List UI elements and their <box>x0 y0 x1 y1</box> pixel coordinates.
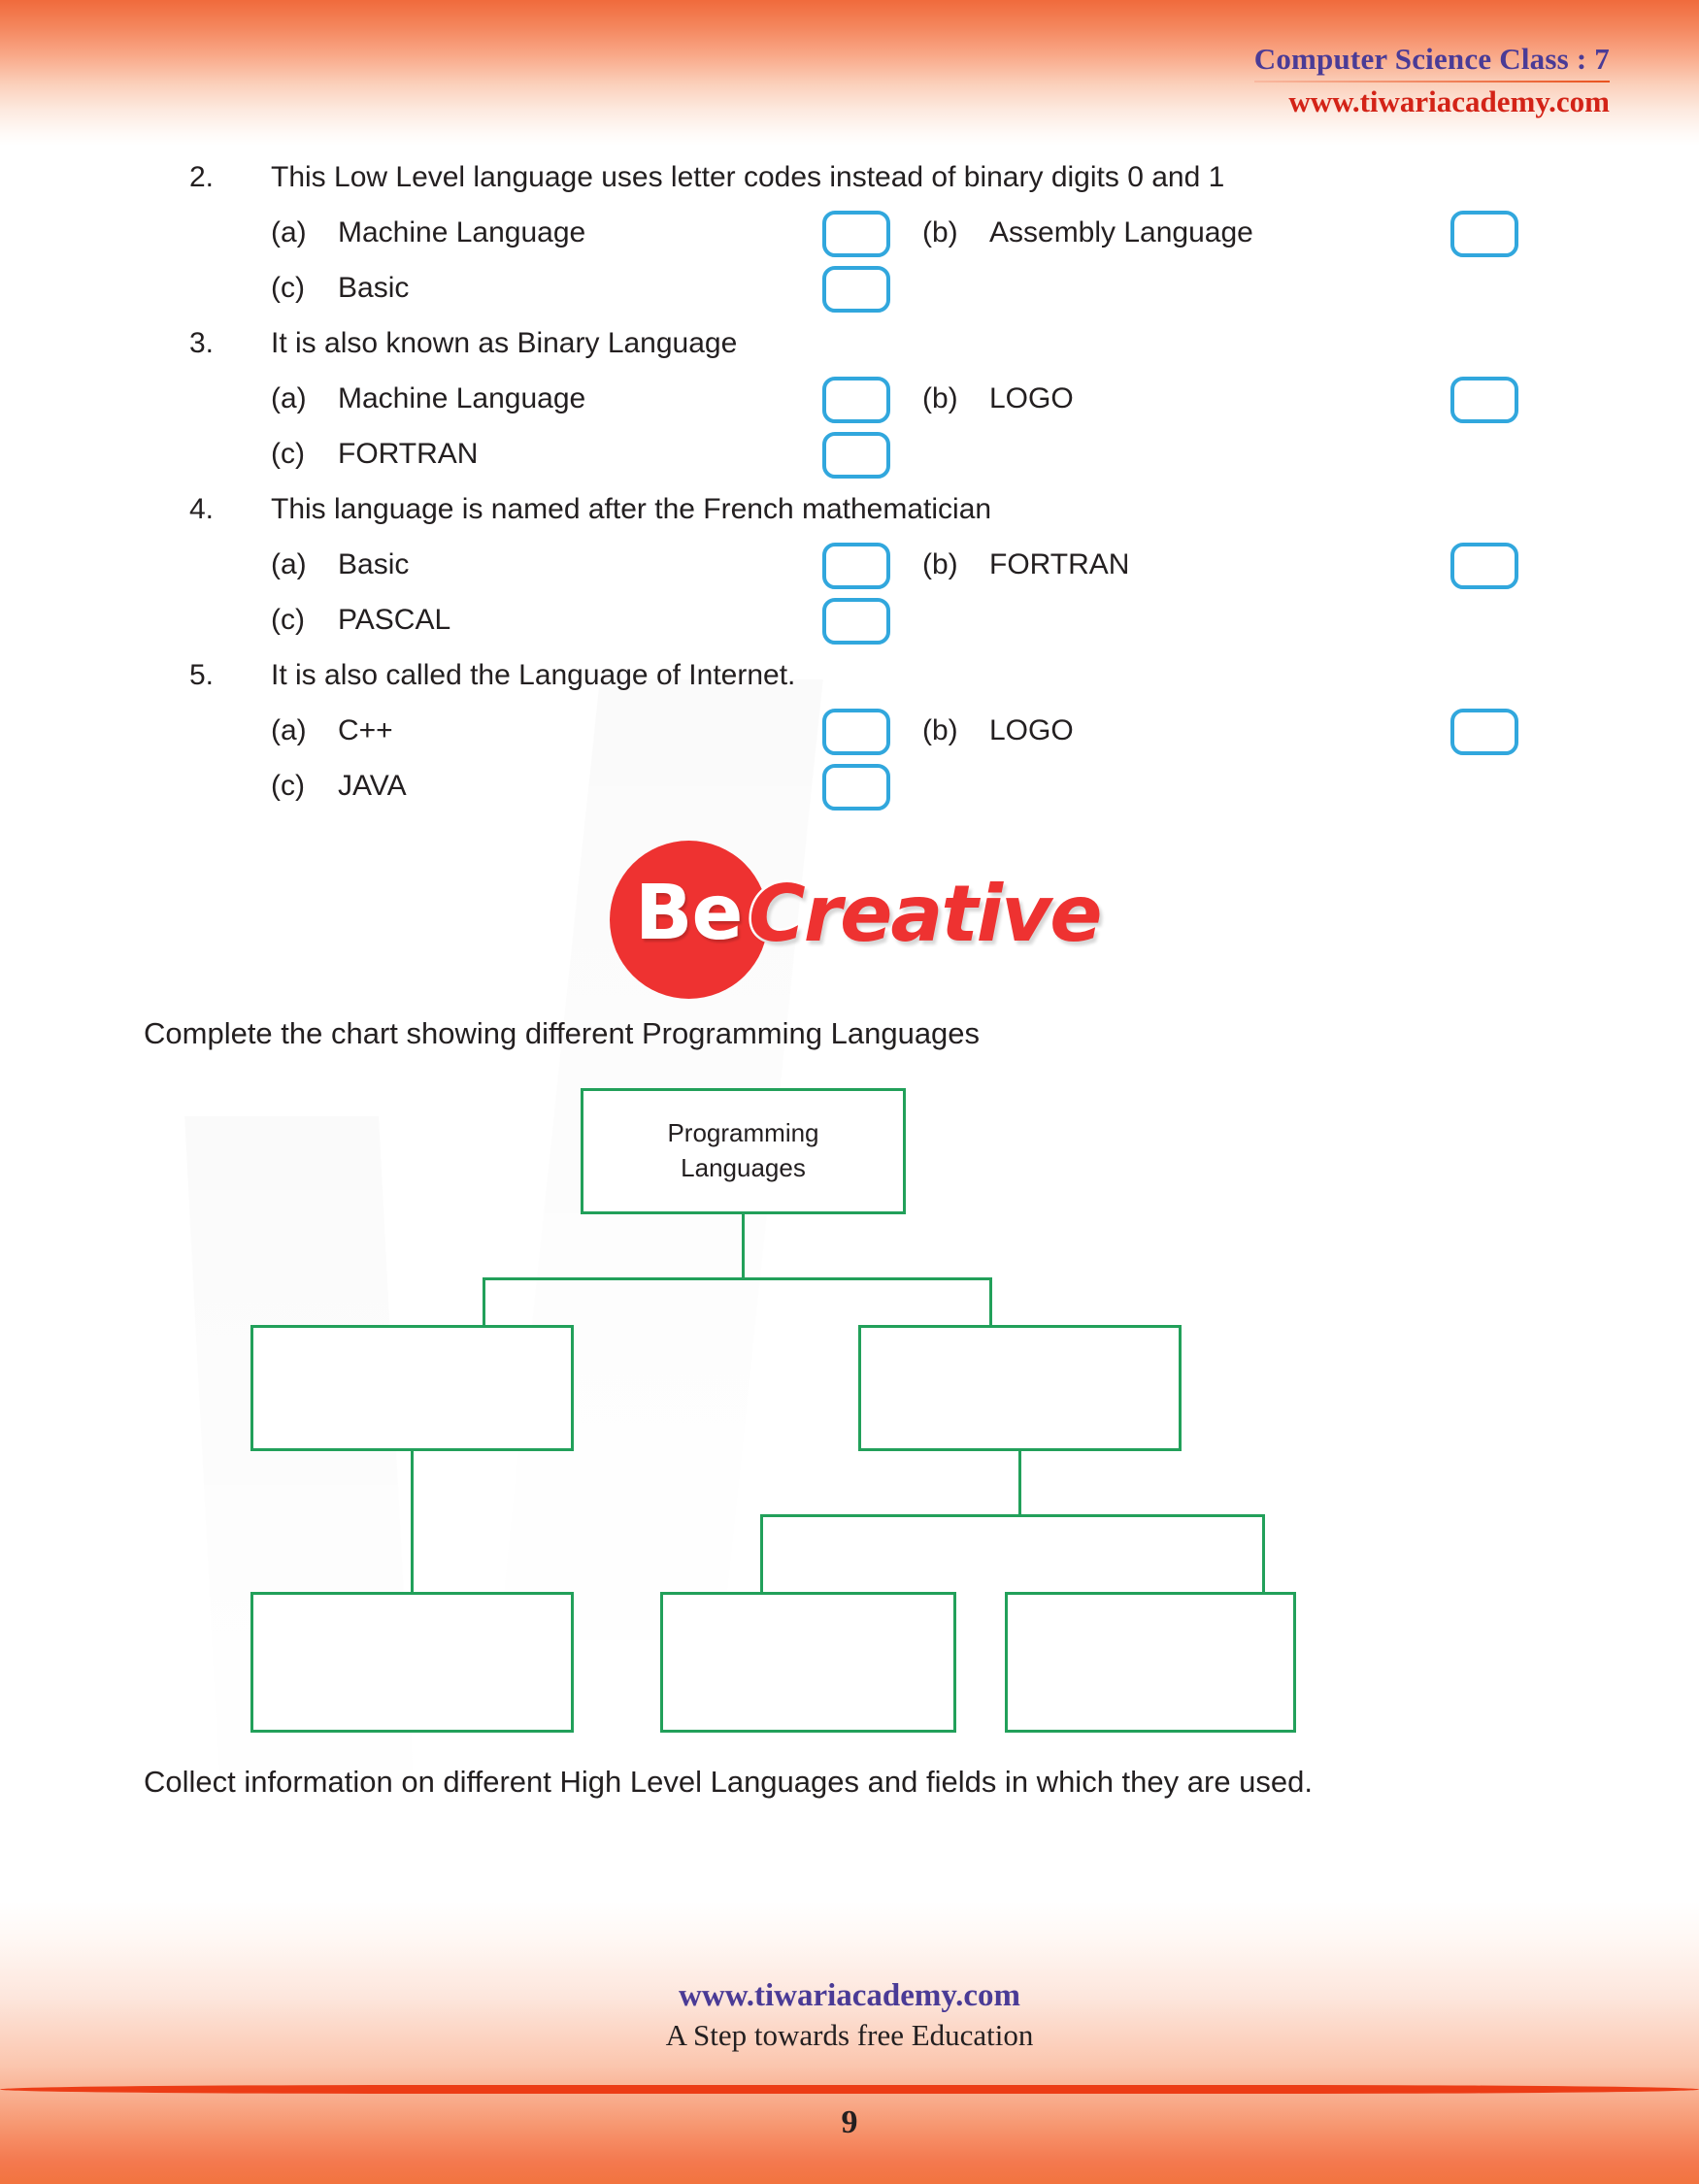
option-text: C++ <box>338 714 393 746</box>
option-checkbox-a[interactable] <box>822 211 890 257</box>
chart-node-level3-middle[interactable] <box>660 1592 956 1733</box>
option-text: FORTRAN <box>989 548 1130 580</box>
option-label: (b) <box>922 548 958 580</box>
chart-node-level3-right[interactable] <box>1005 1592 1296 1733</box>
connector-level2-left-drop <box>483 1277 485 1328</box>
logo-creative-text: Creative <box>746 869 1104 959</box>
chart-node-level3-left[interactable] <box>250 1592 574 1733</box>
option-checkbox-b[interactable] <box>1450 709 1518 755</box>
footer-website[interactable]: www.tiwariacademy.com <box>0 1978 1699 2014</box>
page-footer: www.tiwariacademy.com A Step towards fre… <box>0 1978 1699 2053</box>
bottom-divider-rule <box>0 2085 1699 2094</box>
option-label: (c) <box>271 604 305 636</box>
option-text: Basic <box>338 272 410 304</box>
collect-instruction-text: Collect information on different High Le… <box>144 1765 1314 1799</box>
connector-level2-right-drop <box>989 1277 992 1328</box>
option-label: (b) <box>922 216 958 248</box>
option-checkbox-a[interactable] <box>822 709 890 755</box>
connector-level3-left-drop <box>760 1514 763 1595</box>
page-number: 9 <box>841 2104 858 2140</box>
header-title: Computer Science Class : 7 <box>1253 42 1610 76</box>
option-label: (c) <box>271 438 305 470</box>
option-text: LOGO <box>989 714 1074 746</box>
option-checkbox-b[interactable] <box>1450 543 1518 589</box>
option-label: (a) <box>271 216 307 248</box>
footer-tagline: A Step towards free Education <box>665 2018 1034 2052</box>
page-header: Computer Science Class : 7 www.tiwariaca… <box>1253 42 1610 118</box>
chart-node-level2-right[interactable] <box>858 1325 1182 1451</box>
option-label: (a) <box>271 548 307 580</box>
watermark-streak <box>487 679 823 1747</box>
question-text: This Low Level language uses letter code… <box>271 161 1225 193</box>
connector-level3-right-drop <box>1262 1514 1265 1595</box>
option-label: (c) <box>271 272 305 304</box>
question-number: 3. <box>189 327 215 359</box>
option-row: (c) PASCAL <box>0 598 1699 659</box>
node-line-1: Programming <box>667 1118 819 1148</box>
connector-level3-bus <box>760 1514 1265 1517</box>
question-heading-row: 3. It is also known as Binary Language <box>0 327 1699 382</box>
option-checkbox-c[interactable] <box>822 266 890 313</box>
option-row: (a) Basic (b) FORTRAN <box>0 543 1699 604</box>
worksheet-page: Computer Science Class : 7 www.tiwariaca… <box>0 0 1699 2184</box>
question-block: 4. This language is named after the Fren… <box>0 493 1699 659</box>
be-creative-logo: Be Creative <box>610 841 1105 1006</box>
option-checkbox-c[interactable] <box>822 764 890 811</box>
option-row: (c) Basic <box>0 266 1699 327</box>
question-text: This language is named after the French … <box>271 493 992 525</box>
question-text: It is also called the Language of Intern… <box>271 659 796 691</box>
header-website: www.tiwariacademy.com <box>1288 83 1610 118</box>
option-text: Basic <box>338 548 410 580</box>
chart-node-root-label: Programming Languages <box>667 1116 818 1186</box>
option-row: (c) FORTRAN <box>0 432 1699 493</box>
question-text: It is also known as Binary Language <box>271 327 738 359</box>
questions-list: 2. This Low Level language uses letter c… <box>0 161 1699 825</box>
option-checkbox-c[interactable] <box>822 432 890 479</box>
connector-level2-bus <box>483 1277 992 1280</box>
option-checkbox-a[interactable] <box>822 543 890 589</box>
option-row: (c) JAVA <box>0 764 1699 825</box>
option-text: LOGO <box>989 382 1074 414</box>
watermark-streak <box>184 1116 417 1854</box>
question-heading-row: 4. This language is named after the Fren… <box>0 493 1699 548</box>
question-heading-row: 5. It is also called the Language of Int… <box>0 659 1699 714</box>
option-checkbox-c[interactable] <box>822 598 890 645</box>
connector-right-down <box>1018 1451 1021 1516</box>
connector-root-down <box>742 1214 745 1279</box>
option-checkbox-a[interactable] <box>822 377 890 423</box>
question-block: 3. It is also known as Binary Language (… <box>0 327 1699 493</box>
option-text: JAVA <box>338 770 407 802</box>
header-divider <box>1253 80 1610 83</box>
option-label: (b) <box>922 382 958 414</box>
question-number: 4. <box>189 493 215 525</box>
option-text: Machine Language <box>338 216 586 248</box>
question-block: 5. It is also called the Language of Int… <box>0 659 1699 825</box>
option-text: Machine Language <box>338 382 586 414</box>
option-label: (a) <box>271 382 307 414</box>
option-text: PASCAL <box>338 604 451 636</box>
option-label: (c) <box>271 770 305 802</box>
logo-be-text: Be <box>635 870 743 957</box>
question-heading-row: 2. This Low Level language uses letter c… <box>0 161 1699 216</box>
connector-left-branch <box>411 1451 414 1595</box>
option-checkbox-b[interactable] <box>1450 211 1518 257</box>
option-row: (a) Machine Language (b) LOGO <box>0 377 1699 438</box>
chart-node-level2-left[interactable] <box>250 1325 574 1451</box>
option-text: FORTRAN <box>338 438 479 470</box>
option-label: (b) <box>922 714 958 746</box>
chart-node-root: Programming Languages <box>581 1088 906 1214</box>
option-checkbox-b[interactable] <box>1450 377 1518 423</box>
question-block: 2. This Low Level language uses letter c… <box>0 161 1699 327</box>
option-row: (a) Machine Language (b) Assembly Langua… <box>0 211 1699 272</box>
question-number: 5. <box>189 659 215 691</box>
node-line-2: Languages <box>681 1153 806 1182</box>
chart-instruction-text: Complete the chart showing different Pro… <box>144 1016 981 1050</box>
option-text: Assembly Language <box>989 216 1253 248</box>
option-row: (a) C++ (b) LOGO <box>0 709 1699 770</box>
question-number: 2. <box>189 161 215 193</box>
option-label: (a) <box>271 714 307 746</box>
